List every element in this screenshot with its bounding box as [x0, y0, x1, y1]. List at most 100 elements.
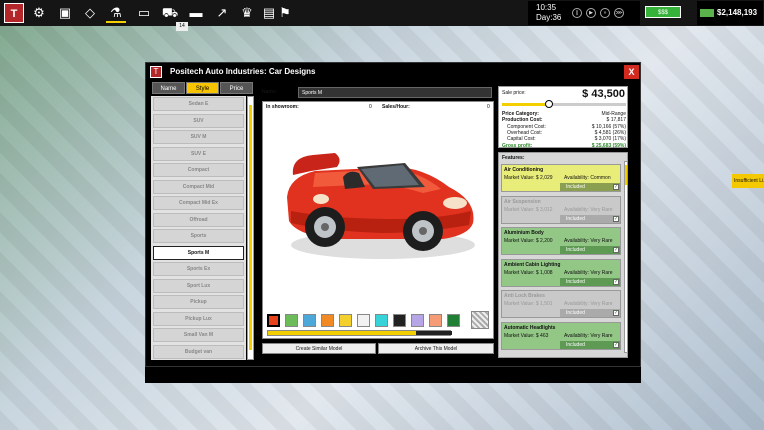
checkbox-icon[interactable]: ✓: [613, 215, 619, 222]
style-item[interactable]: Offroad: [153, 212, 244, 227]
checkbox-icon[interactable]: ✓: [613, 184, 619, 190]
flag-icon[interactable]: ⚑: [275, 3, 295, 23]
features-scrollbar-thumb[interactable]: [625, 165, 627, 185]
color-scrollbar[interactable]: [267, 330, 452, 336]
status-tag: Insufficient Li...: [732, 174, 764, 188]
design-panel: Name: Sports M In showroom: 0 Sales/Hour…: [260, 85, 494, 363]
color-swatch[interactable]: [357, 314, 370, 327]
style-item[interactable]: Sports: [153, 229, 244, 243]
style-item[interactable]: SUV: [153, 113, 244, 128]
scrollbar-thumb[interactable]: [249, 105, 252, 350]
model-name-input[interactable]: Sports M: [298, 87, 492, 98]
checkbox-icon[interactable]: ✓: [613, 278, 619, 285]
car-designs-window: Positech Auto Industries: Car Designs T …: [145, 62, 641, 367]
color-swatch[interactable]: [411, 314, 424, 327]
color-swatch[interactable]: [303, 314, 316, 327]
style-item[interactable]: Compact Mid Ex: [153, 196, 244, 210]
style-item[interactable]: Sports M: [153, 245, 244, 260]
save-icon[interactable]: ▣: [55, 3, 75, 23]
availability-value: Common: [590, 175, 611, 181]
color-swatch[interactable]: [393, 314, 406, 327]
style-item[interactable]: Budget van: [153, 344, 244, 359]
feature-availability: Availability: Very Rare: [564, 270, 613, 276]
feature-market-value: Market Value: $ 2,029: [504, 175, 553, 181]
style-item[interactable]: Sports Ex: [153, 262, 244, 276]
color-swatch[interactable]: [267, 314, 280, 327]
style-item[interactable]: SUV E: [153, 146, 244, 161]
price-row-label: Component Cost:: [507, 123, 546, 130]
create-similar-model-button[interactable]: Create Similar Model: [262, 343, 376, 354]
sale-price-label: Sale price:: [502, 90, 526, 96]
car-icon[interactable]: ▬: [186, 3, 206, 23]
price-row-label: Price Category:: [502, 111, 539, 117]
market-value-label: Market Value:: [504, 206, 535, 213]
feature-item[interactable]: Automatic Headlights Market Value: $ 463 A…: [501, 321, 621, 350]
style-item[interactable]: Compact Mid: [153, 179, 244, 194]
included-toggle[interactable]: Included ✓: [560, 214, 620, 223]
sale-price-value: $ 43,500: [582, 88, 625, 100]
fast-forward-icon[interactable]: »: [600, 8, 610, 18]
tv-icon[interactable]: ▭: [134, 3, 154, 23]
style-list-scrollbar[interactable]: [247, 96, 254, 360]
slider-knob[interactable]: [545, 100, 554, 108]
fastest-forward-icon[interactable]: ⋙: [614, 8, 624, 18]
archive-model-button[interactable]: Archive This Model: [378, 343, 494, 354]
color-swatch[interactable]: [321, 314, 334, 327]
market-value-label: Market Value:: [504, 269, 535, 276]
sale-price-slider[interactable]: [502, 100, 626, 108]
included-toggle[interactable]: Included ✓: [560, 309, 620, 317]
feature-market-value: Market Value: $ 1,008: [504, 270, 553, 276]
play-icon[interactable]: ▶: [586, 8, 596, 18]
paint-brush-icon[interactable]: [471, 311, 489, 329]
checkbox-icon[interactable]: ✓: [613, 310, 619, 316]
cash-icon: [700, 9, 714, 17]
style-item[interactable]: Sport Lux: [153, 278, 244, 293]
feature-item[interactable]: Ambient Cabin Lighting Market Value: $ 1,…: [501, 258, 621, 287]
included-toggle[interactable]: Included ✓: [560, 246, 620, 254]
style-item[interactable]: Pickup Lux: [153, 311, 244, 326]
gear-icon[interactable]: ⚙: [29, 3, 49, 23]
features-list: Features: Air Conditioning Market Value: …: [498, 152, 628, 358]
style-item[interactable]: Compact: [153, 163, 244, 177]
price-row-label: Gross profit:: [502, 142, 533, 149]
feature-item[interactable]: Anti Lock Brakes Market Value: $ 1,501 Ava…: [501, 290, 621, 318]
checkbox-icon[interactable]: ✓: [613, 247, 619, 253]
included-toggle[interactable]: Included ✓: [560, 340, 620, 349]
trophy-icon[interactable]: ♛: [237, 3, 257, 23]
style-item[interactable]: Pickup: [153, 295, 244, 309]
included-toggle[interactable]: Included ✓: [560, 183, 620, 191]
checkbox-icon[interactable]: ✓: [613, 341, 619, 348]
feature-item[interactable]: Air Suspension Market Value: $ 3,012 Avail…: [501, 195, 621, 224]
price-row-label: Overhead Cost:: [507, 129, 543, 136]
color-scrollbar-thumb[interactable]: [416, 331, 452, 335]
close-button[interactable]: X: [624, 65, 639, 79]
feature-market-value: Market Value: $ 3,012: [504, 207, 553, 213]
style-item[interactable]: SUV M: [153, 130, 244, 144]
availability-value: Very Rare: [590, 269, 613, 276]
color-swatches: [267, 312, 467, 328]
features-scrollbar[interactable]: [624, 161, 627, 353]
color-swatch[interactable]: [429, 314, 442, 327]
feature-item[interactable]: Aluminium Body Market Value: $ 2,200 Avail…: [501, 227, 621, 255]
color-swatch[interactable]: [339, 314, 352, 327]
feature-item[interactable]: Air Conditioning Market Value: $ 2,029 Ava…: [501, 164, 621, 192]
color-swatch[interactable]: [375, 314, 388, 327]
price-row-value: $ 10,166 (57%): [591, 123, 626, 130]
included-toggle[interactable]: Included ✓: [560, 277, 620, 286]
logo-icon[interactable]: T: [4, 3, 24, 23]
tab-price[interactable]: Price: [220, 82, 253, 94]
style-item[interactable]: Sedan E: [153, 97, 244, 111]
style-item[interactable]: Small Van M: [153, 328, 244, 342]
price-row-value: $ 17,817: [606, 117, 626, 124]
pause-icon[interactable]: ∥: [572, 8, 582, 18]
chart-icon[interactable]: ↗: [212, 3, 232, 23]
truck-icon[interactable]: ⛟: [160, 3, 180, 23]
microscope-icon[interactable]: ⚗: [106, 3, 126, 23]
sales-hour-value: 0: [487, 104, 490, 110]
color-swatch[interactable]: [447, 314, 460, 327]
tab-style[interactable]: Style: [186, 82, 219, 94]
road-icon[interactable]: ◇: [80, 3, 100, 23]
color-swatch[interactable]: [285, 314, 298, 327]
availability-label: Availability:: [564, 332, 589, 339]
tab-name[interactable]: Name: [152, 82, 185, 94]
